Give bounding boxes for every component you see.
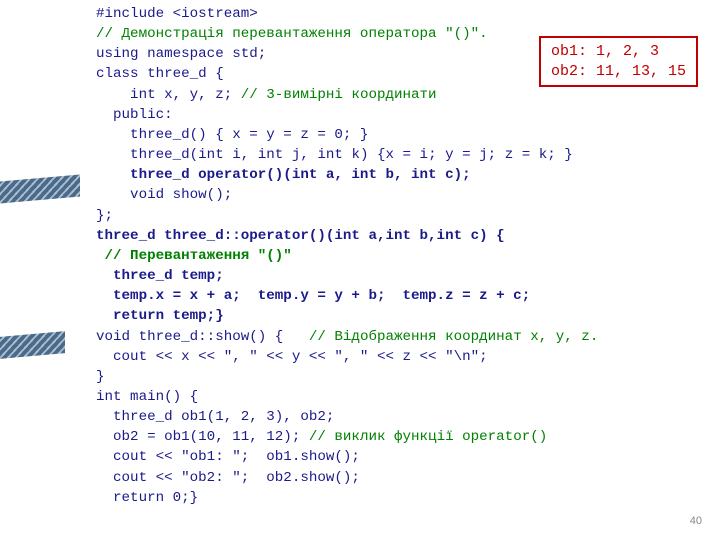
- code-line: }: [96, 369, 105, 385]
- code-line: <iostream>: [173, 6, 258, 22]
- code-line: cout << x << ", " << y << ", " << z << "…: [96, 349, 488, 365]
- code-line-bold: three_d operator()(int a, int b, int c);: [96, 167, 471, 183]
- code-line: int: [96, 389, 122, 405]
- code-comment: // 3-вимірні координати: [241, 87, 437, 103]
- code-line: #include: [96, 6, 173, 22]
- code-line-bold: three_d temp;: [96, 268, 224, 284]
- code-line: };: [96, 208, 113, 224]
- code-line: int: [198, 147, 224, 163]
- code-line: public:: [96, 107, 173, 123]
- code-line: 0;}: [164, 490, 198, 506]
- code-line: k) {x = i; y = j; z = k; }: [343, 147, 573, 163]
- code-line: main() {: [122, 389, 199, 405]
- output-line: ob1: 1, 2, 3: [551, 43, 659, 60]
- code-line: three_d::show() {: [130, 329, 309, 345]
- decorative-stripe-top: [0, 175, 80, 204]
- code-line: i,: [224, 147, 258, 163]
- output-box: ob1: 1, 2, 3 ob2: 11, 13, 15: [539, 36, 698, 87]
- code-line: int: [258, 147, 284, 163]
- code-line: class: [96, 66, 139, 82]
- code-line: cout << "ob1: "; ob1.show();: [96, 449, 360, 465]
- code-line: int: [317, 147, 343, 163]
- code-line: return: [96, 490, 164, 506]
- code-line: ob2 = ob1(10, 11, 12);: [96, 429, 309, 445]
- code-line: three_d(: [96, 147, 198, 163]
- code-comment: // Перевантаження "()": [96, 248, 292, 264]
- code-line: int: [96, 87, 156, 103]
- page-number: 40: [690, 514, 702, 530]
- code-line: x, y, z;: [156, 87, 241, 103]
- code-line: void: [96, 329, 130, 345]
- code-line-bold: temp.x = x + a; temp.y = y + b; temp.z =…: [96, 288, 530, 304]
- code-line: j,: [283, 147, 317, 163]
- decorative-stripe-bottom: [0, 331, 65, 359]
- code-comment: // виклик функції operator(): [309, 429, 547, 445]
- code-line-bold: return temp;}: [96, 308, 224, 324]
- code-line: using namespace: [96, 46, 224, 62]
- code-line-bold: three_d three_d::operator()(int a,int b,…: [96, 228, 505, 244]
- code-line: std;: [224, 46, 267, 62]
- slide: #include <iostream> // Демонстрація пере…: [0, 0, 720, 540]
- output-line: ob2: 11, 13, 15: [551, 63, 686, 80]
- code-comment: // Демонстрація перевантаження оператора…: [96, 26, 488, 42]
- code-line: cout << "ob2: "; ob2.show();: [96, 470, 360, 486]
- code-line: three_d {: [139, 66, 224, 82]
- code-line: void show();: [96, 187, 232, 203]
- code-comment: // Відображення координат x, y, z.: [309, 329, 598, 345]
- code-line: three_d() { x = y = z = 0; }: [96, 127, 368, 143]
- code-line: three_d ob1(1, 2, 3), ob2;: [96, 409, 334, 425]
